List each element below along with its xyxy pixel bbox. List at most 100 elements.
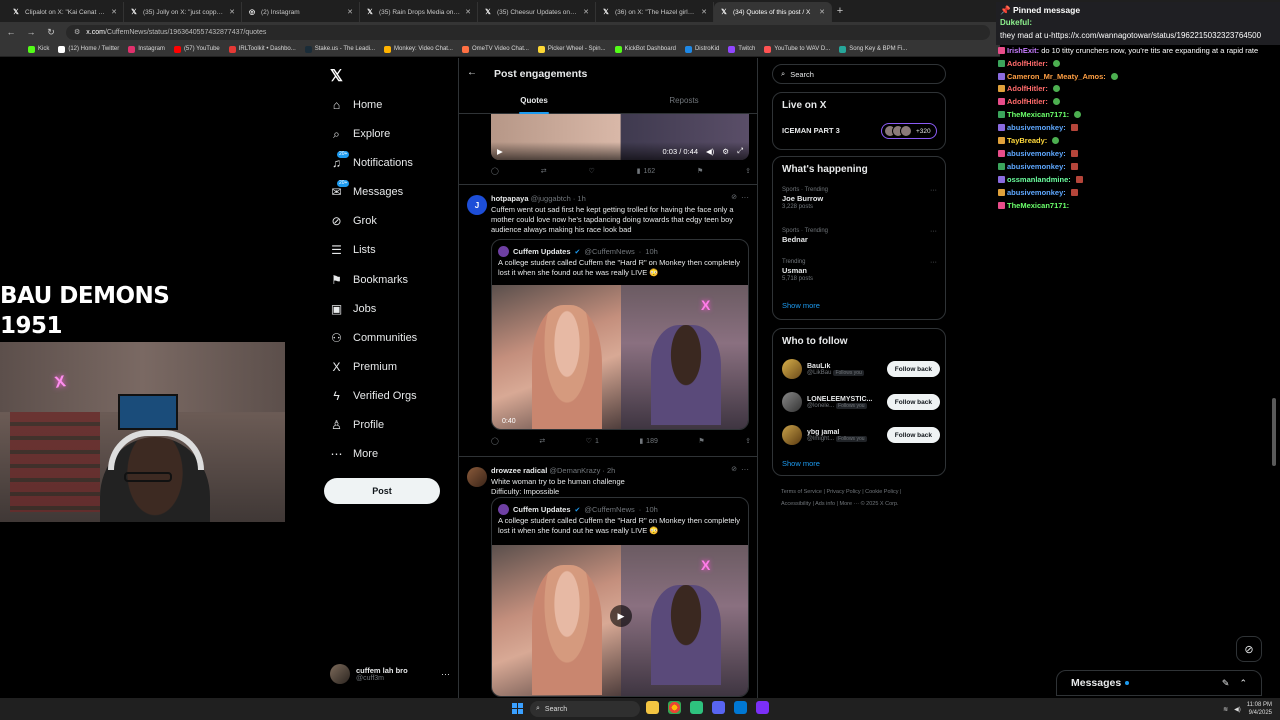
sidebar-item-more[interactable]: ⋯ More <box>330 444 379 464</box>
bookmark-item[interactable]: OmeTV Video Chat... <box>461 45 529 53</box>
bookmark-item[interactable]: (12) Home / Twitter <box>58 45 119 53</box>
sidebar-item-messages[interactable]: ✉ 20+ Messages <box>330 179 403 202</box>
sidebar-item-profile[interactable]: ♙ Profile <box>330 415 384 435</box>
tweet[interactable]: drowzee radical @DemanKrazy · 2h ⊘ ··· W… <box>459 456 757 698</box>
browser-tab[interactable]: 𝕏 (35) Jolly on X: "just copped a n... ✕ <box>124 2 242 22</box>
grok-icon[interactable]: ⊘ <box>1236 636 1262 662</box>
browser-tab[interactable]: 𝕏 Clipalot on X: "Kai Cenat w... ✕ <box>6 2 124 22</box>
quote-media[interactable]: X ▶ <box>492 545 748 696</box>
sidebar-item-premium[interactable]: X Premium <box>330 357 397 377</box>
more-dots-icon[interactable]: ··· <box>930 228 937 235</box>
close-icon[interactable]: ✕ <box>701 8 707 16</box>
sidebar-item-lists[interactable]: ☰ Lists <box>330 240 376 260</box>
bookmark-item[interactable]: Stake.us - The Leadi... <box>304 45 375 53</box>
back-arrow-icon[interactable]: ← <box>6 27 16 37</box>
bookmark-item[interactable]: IRLToolkit • Dashbo... <box>228 45 296 53</box>
settings-icon[interactable]: ⚙ <box>722 147 729 156</box>
show-more-link[interactable]: Show more <box>782 301 820 310</box>
author-name[interactable]: hotpapaya <box>491 194 529 203</box>
reply-icon[interactable]: ◯ <box>491 167 499 175</box>
bookmark-item[interactable]: KickBot Dashboard <box>614 45 676 53</box>
repost-icon[interactable]: ⇄ <box>541 167 547 175</box>
sidebar-item-explore[interactable]: ⌕ Explore <box>330 124 390 144</box>
sidebar-item-verified-orgs[interactable]: ϟ Verified Orgs <box>330 386 416 406</box>
volume-icon[interactable]: ◀) <box>706 147 714 156</box>
browser-tab[interactable]: 𝕏 (34) Quotes of this post / X ✕ <box>714 2 832 22</box>
avatar[interactable] <box>467 467 487 487</box>
quoted-tweet[interactable]: Cuffem Updates ✔ @CuffemNews · 10h A col… <box>491 497 749 697</box>
author-name[interactable]: drowzee radical <box>491 466 547 475</box>
post-button[interactable]: Post <box>324 478 440 504</box>
bookmark-icon[interactable]: ⚑ <box>697 167 703 175</box>
reload-icon[interactable]: ↻ <box>46 27 56 38</box>
grok-icon[interactable]: ⊘ <box>731 193 737 201</box>
tweet-time[interactable]: 2h <box>607 466 615 475</box>
avatar[interactable] <box>782 359 802 379</box>
chat-username[interactable]: Cameron_Mr_Meaty_Amos: <box>1007 72 1106 81</box>
browser-tab[interactable]: ◎ (2) Instagram ✕ <box>242 2 360 22</box>
more-dots-icon[interactable]: ··· <box>741 193 749 202</box>
bookmark-item[interactable]: Kick <box>28 45 49 53</box>
clock[interactable]: 11:08 PM 9/4/2025 <box>1247 701 1272 717</box>
follow-suggestion[interactable]: ybg jamal @lmight... Follows you Follow b… <box>782 423 940 447</box>
repost-icon[interactable]: ⇄ <box>539 437 545 445</box>
account-switcher[interactable]: cuffem lah bro @cuff3m ··· <box>330 662 450 686</box>
site-info-icon[interactable]: ⚙ <box>74 28 80 36</box>
bookmark-item[interactable]: (57) YouTube <box>173 45 220 53</box>
grok-icon[interactable]: ⊘ <box>731 465 737 473</box>
more-dots-icon[interactable]: ··· <box>441 669 450 679</box>
like-icon[interactable]: ♡ <box>588 167 594 175</box>
close-icon[interactable]: ✕ <box>111 8 117 16</box>
fullscreen-icon[interactable]: ⤢ <box>737 146 743 156</box>
quoted-tweet[interactable]: Cuffem Updates ✔ @CuffemNews · 10h A col… <box>491 239 749 430</box>
sidebar-item-notifications[interactable]: ♫ 20+ Notifications <box>330 150 413 173</box>
chat-username[interactable]: AdolfHitler: <box>1007 84 1048 93</box>
chat-username[interactable]: TheMexican7171: <box>1007 201 1069 210</box>
trend-item[interactable]: Trending Usman 5,718 posts <box>782 259 932 282</box>
bookmark-item[interactable]: Monkey: Video Chat... <box>384 45 453 53</box>
tab-quotes[interactable]: Quotes <box>459 92 609 114</box>
chat-username[interactable]: TayBready: <box>1007 136 1047 145</box>
quote-media[interactable]: X 0:40 <box>492 285 748 429</box>
chat-username[interactable]: AdolfHitler: <box>1007 97 1048 106</box>
tweet[interactable]: J hotpapaya @juggabtch · 1h ⊘ ··· Cuffem… <box>459 184 757 456</box>
chrome-icon[interactable] <box>668 701 681 714</box>
browser-tab[interactable]: 𝕏 (35) Cheesur Updates on X: "Ch... ✕ <box>478 2 596 22</box>
sidebar-item-home[interactable]: ⌂ Home <box>330 95 382 115</box>
follow-back-button[interactable]: Follow back <box>886 361 940 377</box>
file-explorer-icon[interactable] <box>646 701 659 714</box>
obs-icon[interactable] <box>756 701 769 714</box>
browser-tab[interactable]: 𝕏 (36) on X: "The Hazel girls bf p... ✕ <box>596 2 714 22</box>
bookmark-item[interactable]: YouTube to WAV D... <box>764 45 830 53</box>
chat-username[interactable]: abusivemonkey: <box>1007 149 1066 158</box>
tab-reposts[interactable]: Reposts <box>609 92 757 114</box>
chevron-up-icon[interactable]: ⌃ <box>1239 678 1247 689</box>
volume-icon[interactable]: ◀) <box>1234 706 1241 713</box>
close-icon[interactable]: ✕ <box>347 8 353 16</box>
tweet-time[interactable]: 1h <box>577 194 585 203</box>
bookmark-item[interactable]: DistroKid <box>684 45 719 53</box>
forward-arrow-icon[interactable]: → <box>26 27 36 37</box>
footer-line-2[interactable]: Accessibility | Ads info | More ··· © 20… <box>781 498 941 510</box>
trend-item[interactable]: Sports · Trending Joe Burrow 3,228 posts <box>782 187 932 210</box>
live-avatars[interactable]: +320 <box>881 123 937 139</box>
browser-tab[interactable]: 𝕏 (35) Rain Drops Media on X: "i... ✕ <box>360 2 478 22</box>
bookmark-item[interactable]: Instagram <box>128 45 165 53</box>
close-icon[interactable]: ✕ <box>465 8 471 16</box>
follow-suggestion[interactable]: LONELEEMYSTIC... @lonele... Follows you F… <box>782 390 940 414</box>
video-player[interactable]: ▶ 0:03 / 0:44 ◀) ⚙ ⤢ <box>491 114 749 160</box>
share-icon[interactable]: ⇪ <box>745 437 751 445</box>
search-field[interactable] <box>790 69 931 79</box>
play-icon[interactable]: ▶ <box>610 605 632 627</box>
chat-username[interactable]: ossmanlandmine: <box>1007 175 1071 184</box>
windows-start-icon[interactable] <box>512 703 523 714</box>
more-dots-icon[interactable]: ··· <box>930 259 937 266</box>
close-icon[interactable]: ✕ <box>229 8 235 16</box>
sidebar-item-grok[interactable]: ⊘ Grok <box>330 211 376 231</box>
author-handle[interactable]: @DemanKrazy <box>549 466 600 475</box>
trend-item[interactable]: Sports · Trending Bednar <box>782 228 932 244</box>
sidebar-item-communities[interactable]: ⚇ Communities <box>330 328 417 348</box>
address-bar[interactable]: ⚙ x.com/CuffemNews/status/19636405574328… <box>66 24 990 40</box>
scrollbar[interactable] <box>1272 398 1276 466</box>
chat-username[interactable]: AdolfHitler: <box>1007 59 1048 68</box>
